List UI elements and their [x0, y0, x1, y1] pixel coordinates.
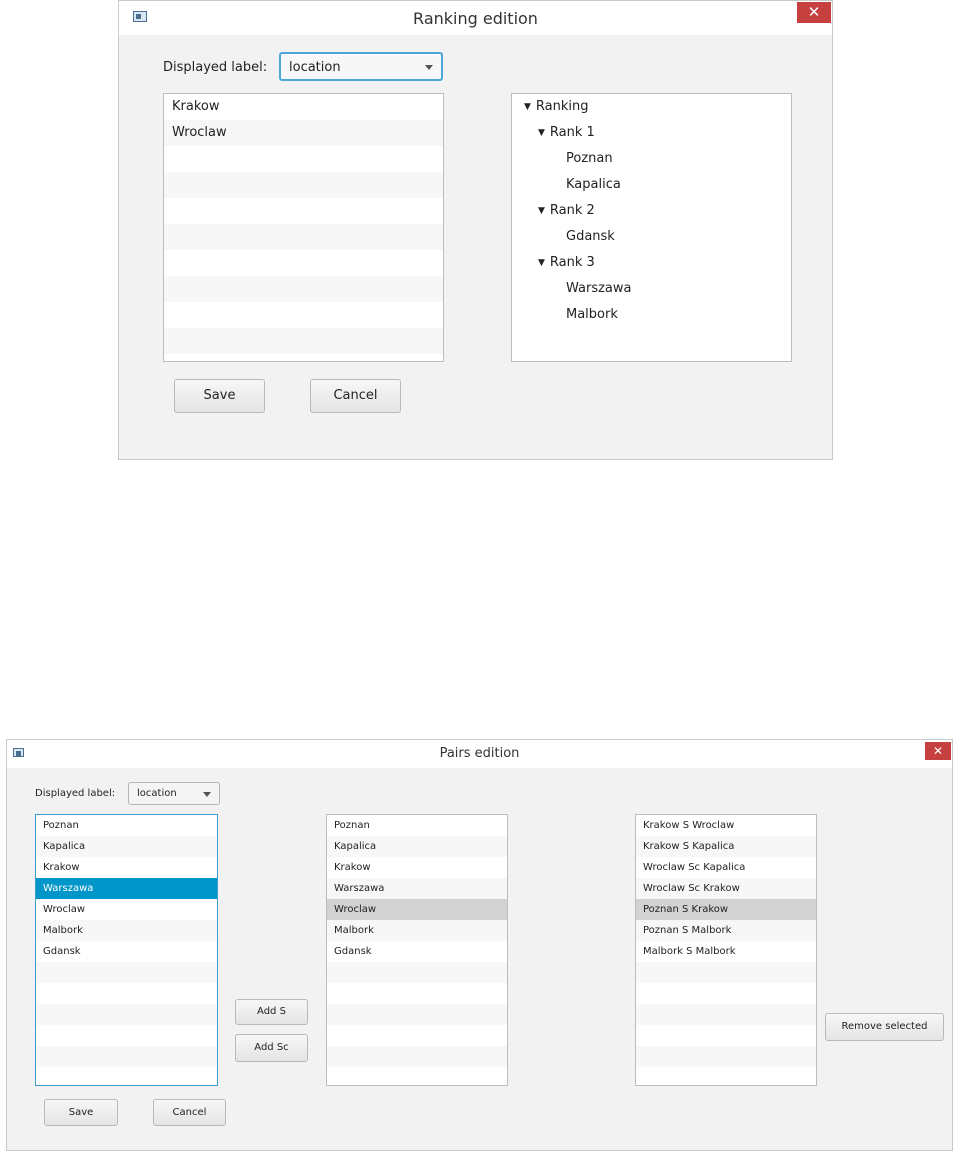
ranking-edition-window: Ranking edition ✕ Displayed label: locat…	[118, 0, 833, 460]
tree-node-label: Malbork	[566, 307, 618, 322]
tree-leaf-node[interactable]: Malbork	[512, 302, 791, 328]
list-item[interactable]: Wroclaw	[36, 899, 217, 920]
empty-list-row	[327, 983, 507, 1004]
empty-list-row	[164, 172, 443, 198]
empty-list-row	[36, 983, 217, 1004]
source-items-list[interactable]: Poznan Kapalica Krakow Warszawa Wroclaw Malbo…	[35, 814, 218, 1086]
remove-selected-button[interactable]: Remove selected	[825, 1013, 944, 1041]
list-item[interactable]: Kapalica	[327, 836, 507, 857]
pairs-list[interactable]: Krakow S Wroclaw Krakow S Kapalica Wroclaw…	[635, 814, 817, 1086]
list-item[interactable]: Malbork	[36, 920, 217, 941]
unranked-items-list[interactable]: Krakow Wroclaw	[163, 93, 444, 362]
tree-node-label: Poznan	[566, 151, 613, 166]
title-bar: Ranking edition ✕	[119, 1, 832, 35]
empty-list-row	[36, 1046, 217, 1067]
empty-list-row	[636, 1067, 816, 1085]
list-item[interactable]: Krakow S Kapalica	[636, 836, 816, 857]
displayed-label-select[interactable]: location	[128, 782, 220, 805]
empty-list-row	[636, 1025, 816, 1046]
empty-list-row	[636, 1046, 816, 1067]
empty-list-row	[36, 1004, 217, 1025]
tree-leaf-node[interactable]: Warszawa	[512, 276, 791, 302]
list-item[interactable]: Poznan S Malbork	[636, 920, 816, 941]
empty-list-row	[164, 224, 443, 250]
list-item[interactable]: Krakow	[327, 857, 507, 878]
empty-list-row	[327, 1025, 507, 1046]
pairs-edition-window: Pairs edition ✕ Displayed label: locatio…	[6, 739, 953, 1151]
ranking-tree[interactable]: ▼ Ranking ▼ Rank 1 Poznan Kapalica ▼ Rank 2 Gdan…	[511, 93, 792, 362]
window-title: Ranking edition	[413, 9, 538, 28]
empty-list-row	[36, 1067, 217, 1085]
select-value: location	[289, 60, 341, 75]
tree-node-label: Gdansk	[566, 229, 615, 244]
tree-rank-node[interactable]: ▼ Rank 2	[512, 198, 791, 224]
empty-list-row	[327, 1067, 507, 1085]
list-item[interactable]: Wroclaw Sc Krakow	[636, 878, 816, 899]
list-item[interactable]: Poznan	[327, 815, 507, 836]
add-s-button[interactable]: Add S	[235, 999, 308, 1025]
empty-list-row	[636, 983, 816, 1004]
list-item[interactable]: Warszawa	[327, 878, 507, 899]
tree-node-label: Kapalica	[566, 177, 621, 192]
tree-leaf-node[interactable]: Kapalica	[512, 172, 791, 198]
empty-list-row	[164, 328, 443, 354]
list-item[interactable]: Warszawa	[36, 878, 217, 899]
window-title: Pairs edition	[439, 746, 520, 761]
title-bar: Pairs edition ✕	[7, 740, 952, 768]
expand-arrow-icon[interactable]: ▼	[538, 258, 545, 268]
chevron-down-icon	[203, 791, 211, 797]
displayed-label-select[interactable]: location	[279, 52, 443, 81]
expand-arrow-icon[interactable]: ▼	[524, 102, 531, 112]
list-item[interactable]: Kapalica	[36, 836, 217, 857]
tree-node-label: Ranking	[535, 99, 589, 114]
tree-root[interactable]: ▼ Ranking	[512, 94, 791, 120]
list-item[interactable]: Krakow	[164, 94, 443, 120]
empty-list-row	[327, 962, 507, 983]
cancel-button[interactable]: Cancel	[153, 1099, 226, 1126]
list-item[interactable]: Poznan	[36, 815, 217, 836]
list-item[interactable]: Gdansk	[36, 941, 217, 962]
tree-leaf-node[interactable]: Poznan	[512, 146, 791, 172]
list-item[interactable]: Krakow S Wroclaw	[636, 815, 816, 836]
tree-leaf-node[interactable]: Gdansk	[512, 224, 791, 250]
add-sc-button[interactable]: Add Sc	[235, 1034, 308, 1062]
tree-rank-node[interactable]: ▼ Rank 1	[512, 120, 791, 146]
list-item[interactable]: Wroclaw Sc Kapalica	[636, 857, 816, 878]
close-icon[interactable]: ✕	[925, 742, 951, 760]
list-item[interactable]: Wroclaw	[164, 120, 443, 146]
empty-list-row	[636, 1004, 816, 1025]
tree-node-label: Warszawa	[566, 281, 632, 296]
empty-list-row	[327, 1046, 507, 1067]
close-icon[interactable]: ✕	[797, 2, 831, 23]
select-value: location	[137, 788, 177, 799]
list-item[interactable]: Malbork	[327, 920, 507, 941]
list-item[interactable]: Wroclaw	[327, 899, 507, 920]
list-item[interactable]: Malbork S Malbork	[636, 941, 816, 962]
tree-node-label: Rank 2	[549, 203, 595, 218]
empty-list-row	[164, 276, 443, 302]
cancel-button[interactable]: Cancel	[310, 379, 401, 413]
empty-list-row	[164, 198, 443, 224]
tree-node-label: Rank 1	[549, 125, 595, 140]
list-item[interactable]: Gdansk	[327, 941, 507, 962]
empty-list-row	[164, 302, 443, 328]
tree-node-label: Rank 3	[549, 255, 595, 270]
expand-arrow-icon[interactable]: ▼	[538, 128, 545, 138]
displayed-label-caption: Displayed label:	[163, 60, 268, 75]
empty-list-row	[164, 250, 443, 276]
list-item[interactable]: Krakow	[36, 857, 217, 878]
target-items-list[interactable]: Poznan Kapalica Krakow Warszawa Wroclaw Malbo…	[326, 814, 508, 1086]
empty-list-row	[327, 1004, 507, 1025]
expand-arrow-icon[interactable]: ▼	[538, 206, 545, 216]
empty-list-row	[636, 962, 816, 983]
empty-list-row	[36, 962, 217, 983]
save-button[interactable]: Save	[174, 379, 265, 413]
list-item[interactable]: Poznan S Krakow	[636, 899, 816, 920]
tree-rank-node[interactable]: ▼ Rank 3	[512, 250, 791, 276]
chevron-down-icon	[425, 64, 433, 70]
empty-list-row	[36, 1025, 217, 1046]
displayed-label-caption: Displayed label:	[35, 788, 116, 799]
save-button[interactable]: Save	[44, 1099, 118, 1126]
empty-list-row	[164, 146, 443, 172]
